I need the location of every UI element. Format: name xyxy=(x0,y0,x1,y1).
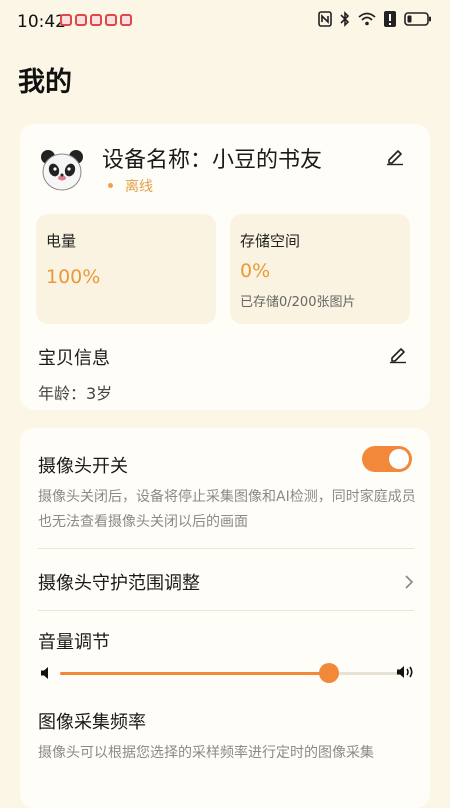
notification-icon xyxy=(60,14,72,26)
notification-icon xyxy=(90,14,102,26)
device-card: 设备名称：小豆的书友 离线 电量 100% 存储空间 0% 已存储0/200张图… xyxy=(20,124,430,410)
battery-box: 电量 100% xyxy=(36,214,216,324)
divider xyxy=(38,548,414,549)
frequency-description: 摄像头可以根据您选择的采样频率进行定时的图像采集 xyxy=(38,745,374,761)
volume-slider-thumb[interactable] xyxy=(318,663,339,683)
storage-value: 0% xyxy=(240,260,271,282)
system-icons xyxy=(318,11,432,27)
status-dot xyxy=(108,183,113,188)
battery-icon xyxy=(404,12,431,26)
storage-box: 存储空间 0% 已存储0/200张图片 xyxy=(230,214,410,324)
camera-switch-title: 摄像头开关 xyxy=(38,456,128,477)
device-name: 设备名称：小豆的书友 xyxy=(102,142,322,174)
volume-title: 音量调节 xyxy=(38,632,110,653)
storage-label: 存储空间 xyxy=(240,232,301,250)
device-name-label: 设备名称： xyxy=(102,148,213,173)
status-time: 10:42 xyxy=(17,12,66,32)
wifi-icon xyxy=(358,12,376,26)
camera-switch-description: 摄像头关闭后，设备将停止采集图像和AI检测，同时家庭成员也无法查看摄像头关闭以后… xyxy=(38,489,416,530)
edit-device-name-icon[interactable] xyxy=(384,144,406,166)
volume-slider-fill xyxy=(60,672,329,675)
settings-card: 摄像头开关 摄像头关闭后，设备将停止采集图像和AI检测，同时家庭成员也无法查看摄… xyxy=(20,428,430,808)
chevron-right-icon[interactable] xyxy=(404,574,414,590)
notification-icon xyxy=(75,14,87,26)
page-title: 我的 xyxy=(18,67,72,98)
storage-detail: 已存储0/200张图片 xyxy=(240,295,356,310)
notification-icons xyxy=(60,14,132,26)
alert-icon xyxy=(384,11,396,27)
baby-age: 年龄：3岁 xyxy=(38,384,113,403)
frequency-title: 图像采集频率 xyxy=(38,712,146,733)
notification-icon xyxy=(120,14,132,26)
camera-switch-toggle[interactable] xyxy=(362,446,412,472)
battery-value: 100% xyxy=(46,266,101,288)
bluetooth-icon xyxy=(340,11,350,27)
toggle-knob xyxy=(389,449,409,469)
nfc-icon xyxy=(318,11,332,27)
device-name-value: 小豆的书友 xyxy=(212,148,323,173)
panda-avatar xyxy=(41,150,83,191)
volume-low-icon xyxy=(41,667,48,679)
baby-info-title: 宝贝信息 xyxy=(38,348,110,369)
guard-range-title[interactable]: 摄像头守护范围调整 xyxy=(38,569,200,595)
volume-slider[interactable] xyxy=(60,663,400,683)
edit-baby-info-icon[interactable] xyxy=(387,342,409,364)
device-status: 离线 xyxy=(125,179,153,195)
status-bar: 10:42 xyxy=(0,0,450,44)
notification-icon xyxy=(105,14,117,26)
battery-label: 电量 xyxy=(46,232,77,250)
divider xyxy=(38,610,414,611)
volume-high-icon xyxy=(397,666,413,678)
